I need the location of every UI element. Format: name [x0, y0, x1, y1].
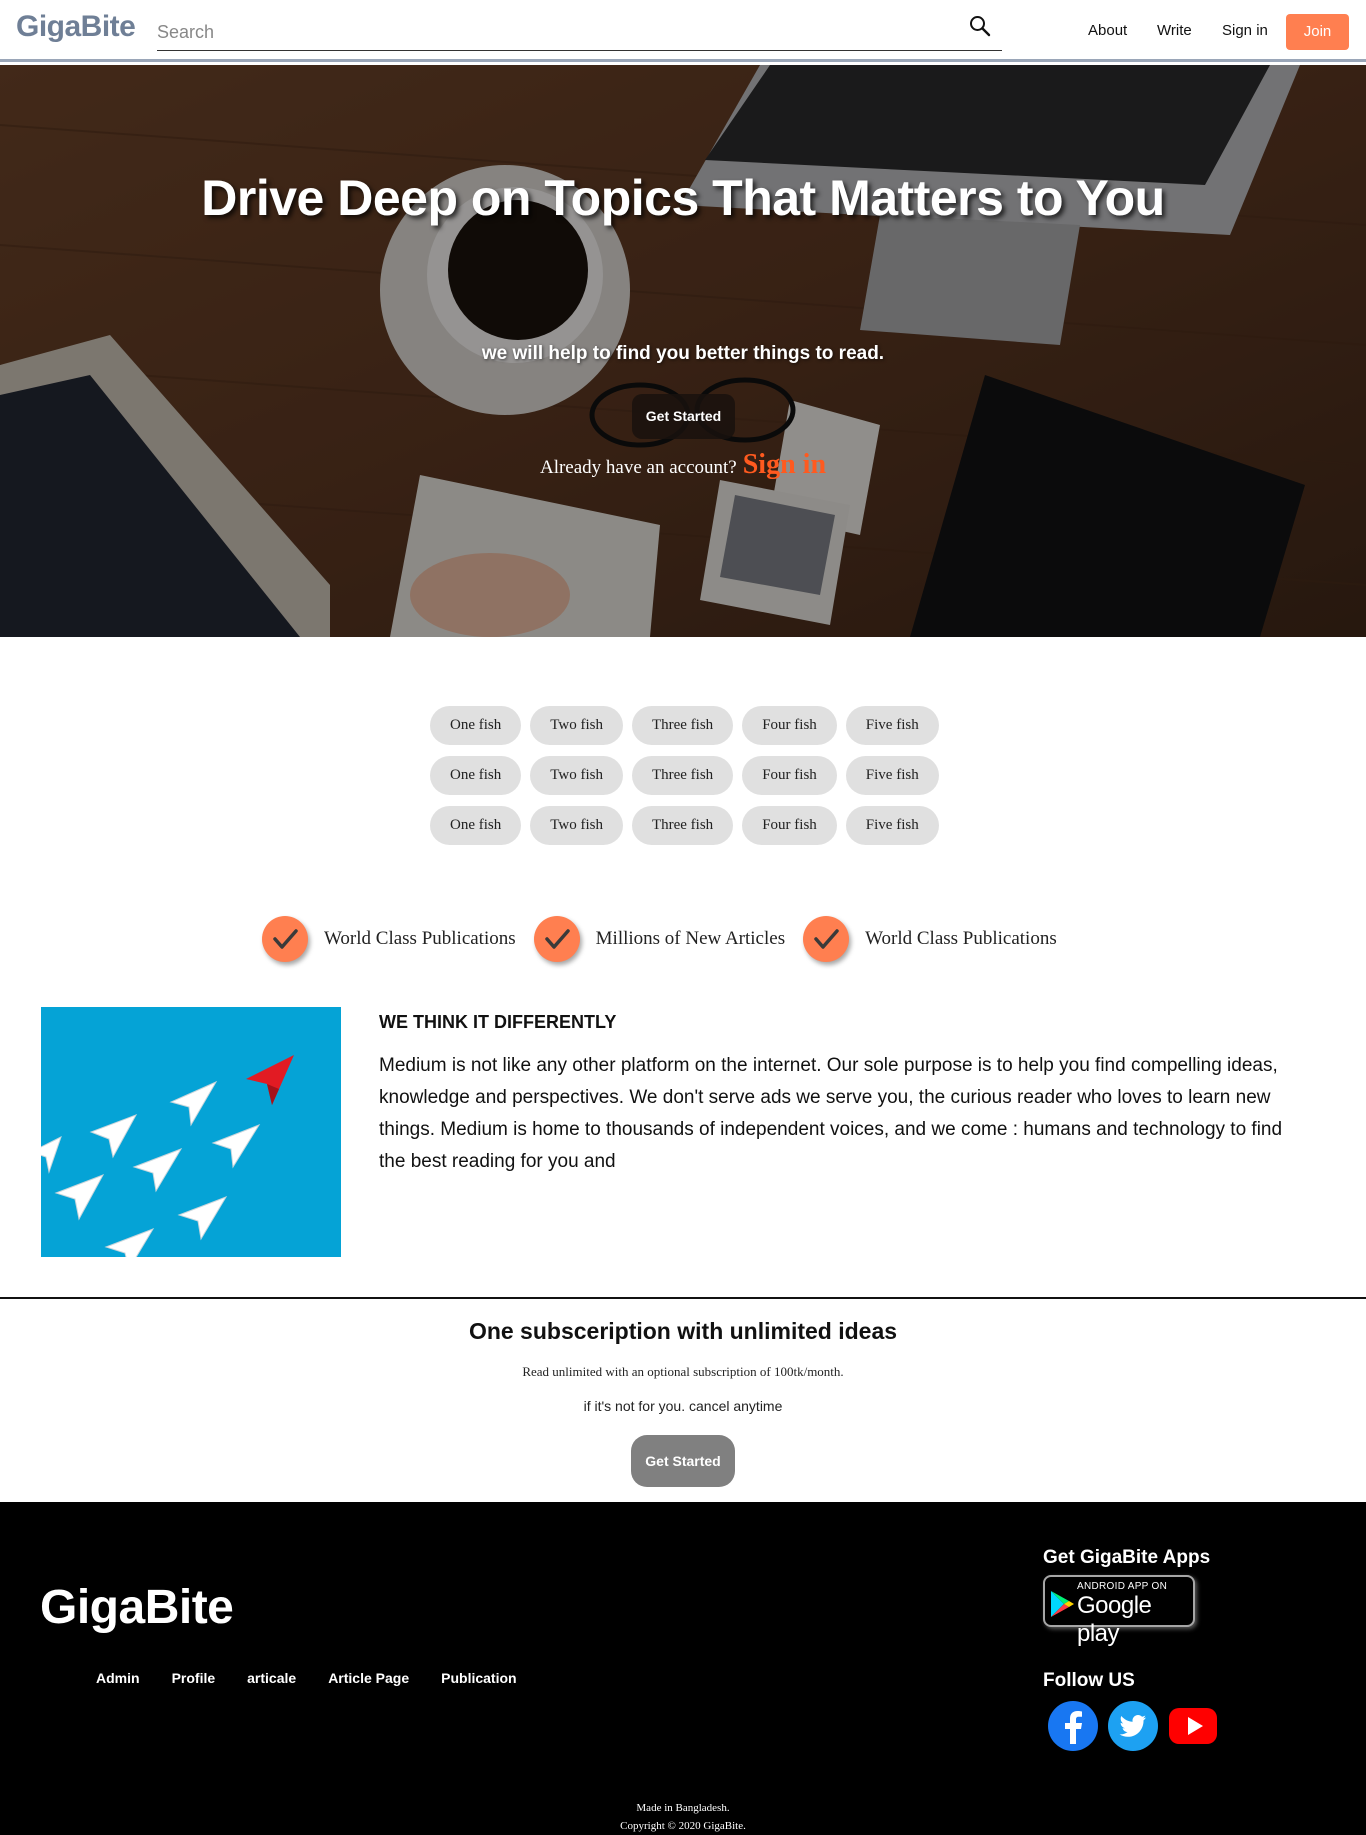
topic-pill[interactable]: Four fish — [742, 806, 837, 845]
hero-title: Drive Deep on Topics That Matters to You — [201, 170, 1165, 226]
subscription-title: One subsceription with unlimited ideas — [468, 1318, 898, 1344]
topic-pills: One fish Two fish Three fish Four fish F… — [430, 706, 940, 856]
made-in-text: Made in Bangladesh. — [636, 1802, 730, 1814]
google-play-small-text: ANDROID APP ON — [1077, 1581, 1168, 1592]
pill-row: One fish Two fish Three fish Four fish F… — [430, 806, 940, 845]
check-icon — [262, 916, 308, 962]
feature-item: Millions of New Articles — [533, 916, 786, 962]
about-text: Medium is not like any other platform on… — [379, 1055, 1283, 1172]
footer: GigaBite Admin Profile articale Article … — [0, 1502, 1366, 1835]
footer-brand-logo[interactable]: GigaBite — [40, 1580, 234, 1635]
nav-write-link[interactable]: Write — [1157, 22, 1192, 39]
section-divider — [0, 1297, 1366, 1299]
hero-signin-link[interactable]: Sign in — [743, 449, 826, 480]
search-icon[interactable] — [968, 14, 992, 38]
copyright-text: Copyright © 2020 GigaBite. — [620, 1820, 746, 1832]
follow-title: Follow US — [1043, 1670, 1135, 1691]
footer-link-article-page[interactable]: Article Page — [328, 1670, 409, 1686]
facebook-icon[interactable] — [1047, 1700, 1099, 1752]
footer-link-admin[interactable]: Admin — [96, 1670, 140, 1686]
hero-get-started-button[interactable]: Get Started — [632, 394, 735, 439]
join-button[interactable]: Join — [1286, 14, 1349, 50]
twitter-icon[interactable] — [1107, 1700, 1159, 1752]
brand-logo[interactable]: GigaBite — [16, 10, 136, 44]
topic-pill[interactable]: Three fish — [631, 756, 734, 795]
subscription-get-started-button[interactable]: Get Started — [631, 1435, 735, 1487]
topic-pill[interactable]: Five fish — [845, 756, 939, 795]
google-play-big-text: Google play — [1077, 1592, 1152, 1647]
subscription-price-text: Read unlimited with an optional subscrip… — [522, 1364, 844, 1379]
google-play-icon — [1051, 1591, 1074, 1617]
account-prompt-text: Already have an account? — [539, 457, 737, 478]
topic-pill[interactable]: Two fish — [530, 806, 623, 845]
nav-signin-link[interactable]: Sign in — [1222, 22, 1268, 39]
feature-item: World Class Publications — [803, 916, 1057, 962]
topic-pill[interactable]: Five fish — [845, 706, 939, 745]
feature-label: Millions of New Articles — [595, 928, 786, 949]
paper-planes-illustration — [41, 1007, 341, 1257]
topic-pill[interactable]: Two fish — [530, 756, 623, 795]
feature-label: World Class Publications — [324, 928, 516, 949]
footer-link-publication[interactable]: Publication — [441, 1670, 516, 1686]
footer-link-profile[interactable]: Profile — [172, 1670, 216, 1686]
check-icon — [533, 916, 580, 962]
search-input[interactable] — [157, 18, 937, 46]
youtube-icon[interactable] — [1167, 1700, 1219, 1752]
about-heading: WE THINK IT DIFFERENTLY — [379, 1012, 617, 1032]
topic-pill[interactable]: Five fish — [845, 806, 939, 845]
topic-pill[interactable]: One fish — [430, 706, 522, 745]
hero-subtitle: we will help to find you better things t… — [481, 343, 885, 364]
topic-pill[interactable]: Three fish — [631, 706, 734, 745]
subscription-cancel-text: if it's not for you. cancel anytime — [583, 1398, 783, 1414]
google-play-badge[interactable]: ANDROID APP ON Google play — [1043, 1575, 1195, 1647]
check-icon — [803, 916, 850, 962]
hero-section: Drive Deep on Topics That Matters to You… — [0, 65, 1366, 637]
topic-pill[interactable]: One fish — [430, 756, 522, 795]
topic-pill[interactable]: Two fish — [530, 706, 623, 745]
footer-nav: Admin Profile articale Article Page Publ… — [96, 1670, 517, 1686]
topic-pill[interactable]: Three fish — [631, 806, 734, 845]
topic-pill[interactable]: Four fish — [742, 756, 837, 795]
feature-label: World Class Publications — [865, 928, 1057, 949]
features-row: World Class Publications Millions of New… — [262, 916, 1122, 962]
navbar: GigaBite About Write Sign in Join — [0, 0, 1366, 62]
search-bar — [157, 14, 1002, 51]
feature-item: World Class Publications — [262, 916, 516, 962]
pill-row: One fish Two fish Three fish Four fish F… — [430, 706, 940, 745]
apps-title: Get GigaBite Apps — [1043, 1547, 1211, 1568]
topic-pill[interactable]: Four fish — [742, 706, 837, 745]
nav-about-link[interactable]: About — [1088, 22, 1127, 39]
footer-link-articale[interactable]: articale — [247, 1670, 296, 1686]
hero-account-prompt: Already have an account? Sign in — [0, 449, 1366, 481]
pill-row: One fish Two fish Three fish Four fish F… — [430, 756, 940, 795]
topic-pill[interactable]: One fish — [430, 806, 522, 845]
